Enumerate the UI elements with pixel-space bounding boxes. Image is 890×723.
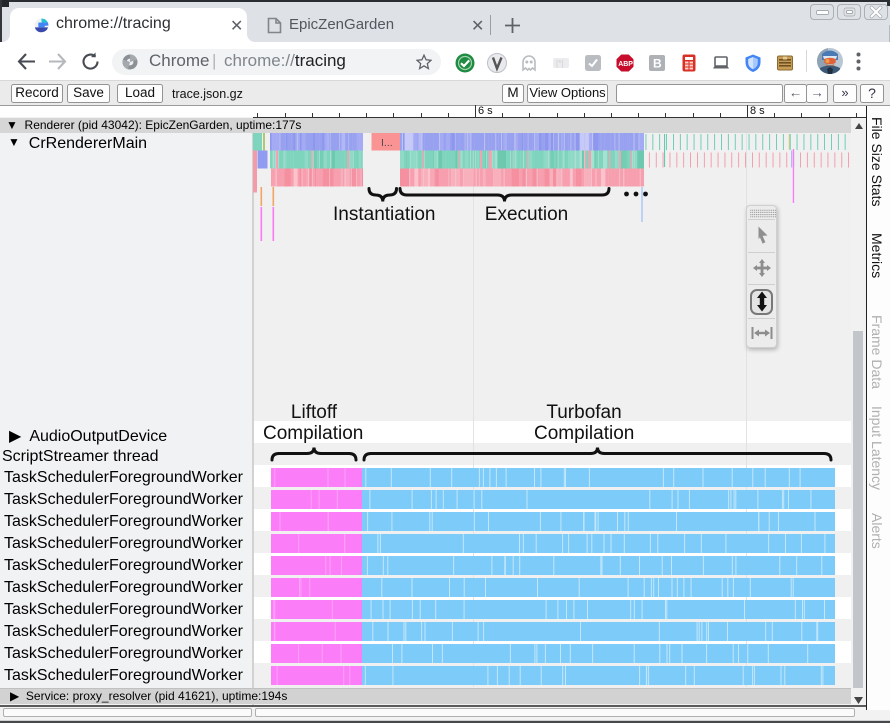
svg-text:ABP: ABP xyxy=(618,61,633,68)
svg-text:I...: I... xyxy=(381,137,393,149)
svg-text:[*]: [*] xyxy=(556,59,564,68)
svg-text:B: B xyxy=(653,57,662,71)
